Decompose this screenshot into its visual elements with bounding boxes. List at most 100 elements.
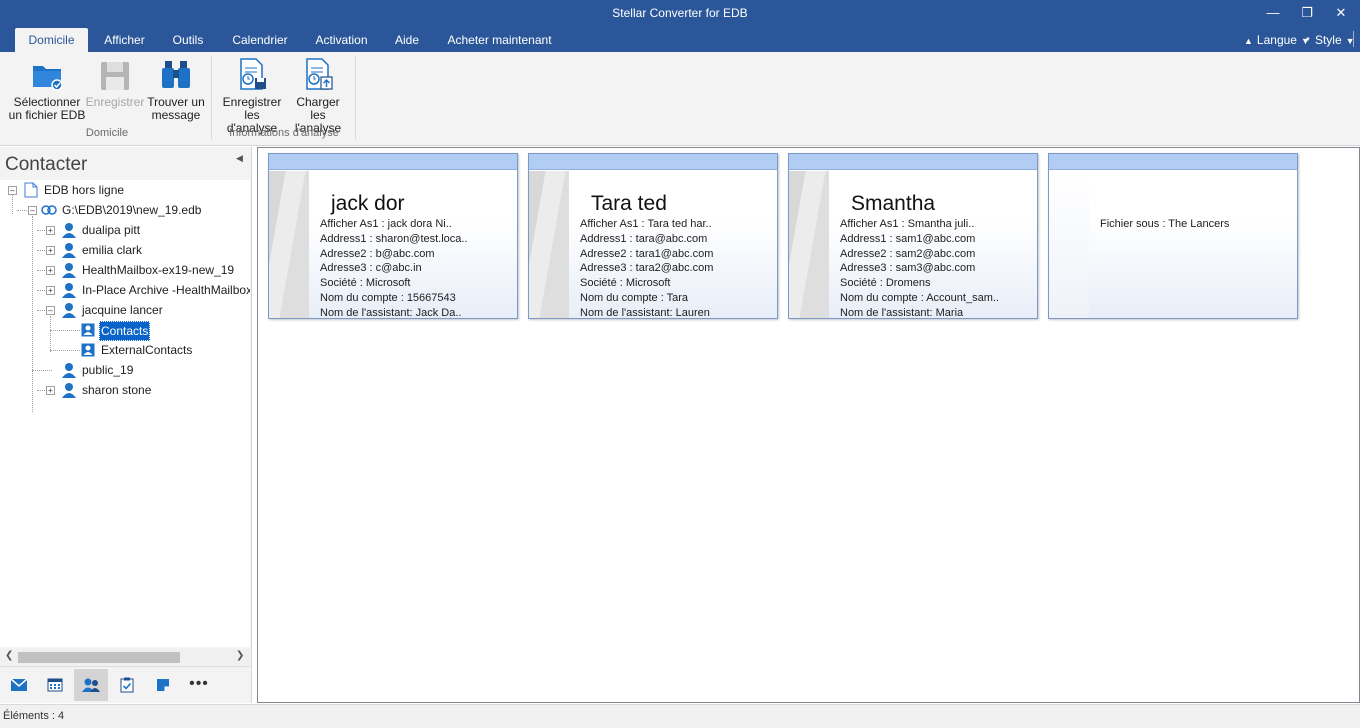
ribbon-separator — [355, 56, 356, 140]
contact-field: Nom du compte : Tara — [580, 291, 689, 304]
contact-field: Nom de l'assistant: Jack Da.. — [320, 306, 462, 319]
contact-field: Address1 : sharon@test.loca.. — [320, 232, 468, 245]
tree-label-selected: Contacts — [99, 321, 151, 341]
user-icon — [62, 303, 76, 318]
tree-node-mailbox[interactable]: + HealthMailbox-ex19-new_19 — [0, 261, 250, 279]
select-edb-label-2: un fichier EDB — [8, 108, 86, 122]
expand-icon[interactable]: + — [46, 266, 55, 275]
tree-label: emilia clark — [82, 243, 143, 257]
chevron-up-icon: ▲ — [1244, 36, 1253, 46]
tree-label: ExternalContacts — [101, 343, 193, 357]
floppy-icon — [101, 62, 129, 90]
chevron-down-icon: ▼ — [1305, 37, 1311, 43]
contact-card-icon — [81, 343, 95, 357]
contact-field: Afficher As1 : Smantha juli.. — [840, 218, 975, 230]
contact-fields: Afficher As1 : jack dora Ni.. Address1 :… — [320, 217, 468, 319]
card-header — [269, 154, 517, 170]
tree-label: G:\EDB\2019\new_19.edb — [62, 203, 202, 217]
item-count: Éléments : 4 — [3, 710, 65, 722]
tab-aide[interactable]: Aide — [388, 28, 426, 52]
close-icon[interactable]: ✕ — [1324, 0, 1358, 26]
tree-node-mailbox[interactable]: + emilia clark — [0, 241, 250, 259]
language-menu[interactable]: ▲ Langue ▼ — [1244, 28, 1314, 52]
horizontal-scrollbar[interactable]: ❮ ❯ — [0, 649, 250, 665]
tree-node-mailbox[interactable]: public_19 — [0, 361, 250, 379]
tree-node-root[interactable]: – EDB hors ligne — [0, 181, 250, 199]
save-label: Enregistrer — [85, 95, 145, 109]
tab-acheter[interactable]: Acheter maintenant — [440, 28, 559, 52]
binoculars-icon — [162, 61, 190, 88]
tasks-icon[interactable] — [110, 669, 144, 701]
contact-name: Smantha — [851, 192, 936, 215]
tab-domicile[interactable]: Domicile — [15, 28, 88, 52]
tree-node-mailbox[interactable]: + dualipa pitt — [0, 221, 250, 239]
contact-field: Adresse3 : tara2@abc.com — [580, 262, 714, 275]
collapse-icon[interactable]: – — [8, 186, 17, 195]
user-icon — [62, 383, 76, 398]
tree-node-folder[interactable]: ExternalContacts — [0, 341, 250, 359]
find-message-button[interactable]: Trouver un message — [146, 56, 206, 122]
maximize-icon[interactable]: ❐ — [1290, 0, 1324, 26]
contact-field: Fichier sous : The Lancers — [1100, 218, 1230, 230]
contact-field: Nom du compte : Account_sam.. — [840, 291, 999, 304]
user-icon — [62, 283, 76, 298]
save-scan-button[interactable]: Enregistrer les d'analyse — [219, 56, 285, 135]
tree-label: In-Place Archive -HealthMailbox — [82, 283, 250, 297]
mail-icon[interactable] — [2, 669, 36, 701]
divider — [1353, 31, 1354, 47]
style-menu[interactable]: ▼ Style ▼ — [1305, 28, 1359, 52]
tab-activation[interactable]: Activation — [309, 28, 374, 52]
folder-pane: Contacter ◀ – EDB hors ligne – G:\EDB\20… — [0, 147, 252, 703]
save-scan-icon — [240, 58, 266, 90]
contact-card[interactable]: Smantha Afficher As1 : Smantha juli.. Ad… — [788, 153, 1038, 319]
card-header — [1049, 154, 1297, 170]
collapse-icon[interactable]: – — [46, 306, 55, 315]
contact-name: Tara ted — [591, 192, 667, 215]
scroll-right-icon[interactable]: ❯ — [236, 650, 244, 661]
contact-fields: Afficher As1 : Tara ted har.. Address1 :… — [580, 217, 714, 318]
tree-node-mailbox[interactable]: + In-Place Archive -HealthMailbox — [0, 281, 250, 299]
scroll-left-icon[interactable]: ❮ — [5, 650, 13, 661]
folder-icon — [33, 66, 63, 91]
contact-card[interactable]: Tara ted Afficher As1 : Tara ted har.. A… — [528, 153, 778, 319]
contact-field: Afficher As1 : Tara ted har.. — [580, 218, 712, 230]
more-icon[interactable]: ••• — [182, 669, 216, 701]
expand-icon[interactable]: + — [46, 286, 55, 295]
tree-node-edb[interactable]: – G:\EDB\2019\new_19.edb — [0, 201, 250, 219]
card-header — [789, 154, 1037, 170]
load-scan-button[interactable]: Charger les l'analyse — [287, 56, 349, 135]
load-scan-icon — [306, 58, 333, 90]
tree-node-mailbox[interactable]: + sharon stone — [0, 381, 250, 399]
tab-calendrier[interactable]: Calendrier — [225, 28, 295, 52]
calendar-icon[interactable] — [38, 669, 72, 701]
contact-field: Afficher As1 : jack dora Ni.. — [320, 218, 452, 230]
tree-node-mailbox[interactable]: – jacquine lancer — [0, 301, 250, 319]
database-icon — [41, 205, 57, 215]
contact-name: jack dor — [331, 192, 405, 215]
tree-label: HealthMailbox-ex19-new_19 — [82, 263, 235, 277]
notes-icon[interactable] — [146, 669, 180, 701]
minimize-icon[interactable]: — — [1256, 0, 1290, 26]
tree-node-contacts-folder[interactable]: Contacts — [0, 321, 250, 341]
contact-field: Adresse2 : sam2@abc.com — [840, 247, 976, 260]
select-edb-button[interactable]: Sélectionner un fichier EDB — [8, 56, 86, 122]
contact-card[interactable]: Fichier sous : The Lancers — [1048, 153, 1298, 319]
group-label-scan: Informations d'analyse — [229, 127, 339, 139]
ribbon-tabs: Domicile Afficher Outils Calendrier Acti… — [0, 26, 1360, 52]
tab-afficher[interactable]: Afficher — [97, 28, 152, 52]
contact-field: Nom de l'assistant: Maria — [840, 306, 964, 319]
collapse-pane-icon[interactable]: ◀ — [236, 153, 243, 164]
save-button[interactable]: Enregistrer — [85, 56, 145, 109]
tab-outils[interactable]: Outils — [164, 28, 212, 52]
expand-icon[interactable]: + — [46, 226, 55, 235]
contacts-view: jack dor Afficher As1 : jack dora Ni.. A… — [257, 147, 1360, 703]
expand-icon[interactable]: + — [46, 386, 55, 395]
contact-field: Nom du compte : 15667543 — [320, 291, 456, 304]
expand-icon[interactable]: + — [46, 246, 55, 255]
module-navbar: ••• — [0, 666, 250, 703]
contact-card[interactable]: jack dor Afficher As1 : jack dora Ni.. A… — [268, 153, 518, 319]
contacts-icon[interactable] — [74, 669, 108, 701]
scrollbar-thumb[interactable] — [18, 652, 180, 663]
collapse-icon[interactable]: – — [28, 206, 37, 215]
card-header — [529, 154, 777, 170]
